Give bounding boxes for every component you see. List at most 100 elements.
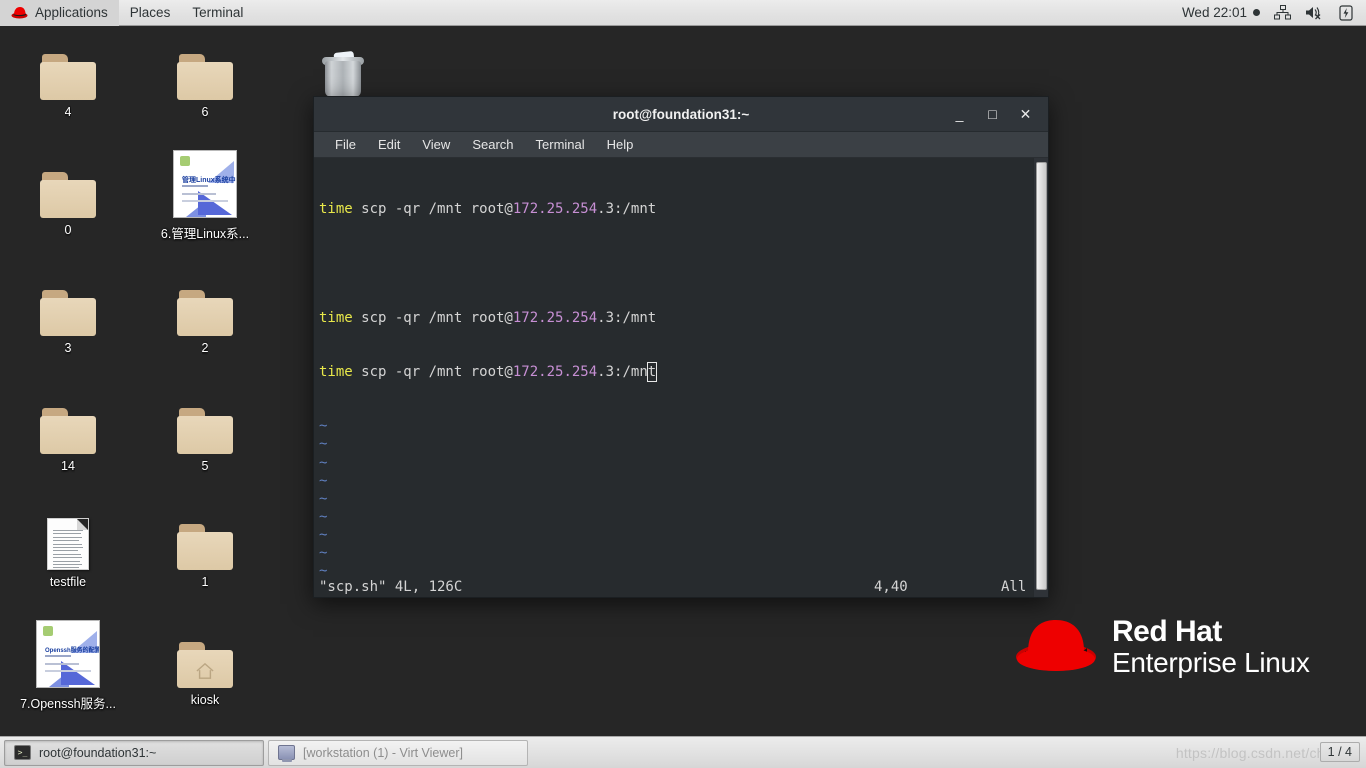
terminal-body[interactable]: time scp -qr /mnt root@172.25.254.3:/mnt…: [314, 158, 1048, 597]
desktop-icon-folder-1[interactable]: 1: [149, 512, 261, 589]
folder-icon: [173, 512, 237, 570]
desktop-icon-presentation-7[interactable]: Openssh服务的配置及安全优化 7.Openssh服务...: [12, 618, 124, 712]
panel-menu-applications[interactable]: Applications: [0, 0, 119, 26]
desktop-icon-folder-5[interactable]: 5: [149, 396, 261, 473]
vim-empty-lines: ~~~~~~~~~~~~~~~~~~~: [319, 417, 1033, 597]
terminal-line-active: time scp -qr /mnt root@172.25.254.3:/mnt: [319, 362, 1033, 383]
terminal-scrollbar-thumb[interactable]: [1036, 162, 1047, 590]
folder-icon: [173, 396, 237, 454]
folder-icon: [36, 42, 100, 100]
desktop-icon-folder-0[interactable]: 0: [12, 160, 124, 237]
vim-text: .3:/mn: [597, 364, 648, 381]
desktop-icon-label: 3: [64, 341, 72, 355]
panel-status-area: Wed 22:01: [1182, 0, 1366, 26]
presentation-icon: 管理Linux系统中的进程: [173, 148, 237, 218]
menu-item-search[interactable]: Search: [463, 134, 522, 156]
menu-item-help[interactable]: Help: [598, 134, 643, 156]
desktop-icon-trash[interactable]: [287, 40, 399, 98]
folder-icon: [173, 278, 237, 336]
terminal-window[interactable]: root@foundation31:~ _ □ ✕ File Edit View…: [313, 96, 1049, 598]
folder-home-icon: [173, 630, 237, 688]
window-titlebar[interactable]: root@foundation31:~ _ □ ✕: [314, 97, 1048, 132]
battery-icon[interactable]: [1336, 4, 1356, 22]
menu-item-view[interactable]: View: [413, 134, 459, 156]
desktop-icon-label: 6: [201, 105, 209, 119]
maximize-icon[interactable]: □: [984, 106, 1001, 123]
desktop-icon-label: 1: [201, 575, 209, 589]
desktop-icon-folder-6[interactable]: 6: [149, 42, 261, 119]
virt-viewer-icon: [278, 745, 295, 762]
document-icon: [36, 512, 100, 570]
desktop-icon-label: 14: [61, 459, 75, 473]
taskbar-item-virt-viewer[interactable]: [workstation (1) - Virt Viewer]: [268, 739, 528, 766]
vim-empty-line: ~: [319, 490, 328, 507]
desktop-icon-folder-kiosk[interactable]: kiosk: [149, 630, 261, 707]
folder-icon: [36, 278, 100, 336]
trash-icon: [311, 40, 375, 98]
panel-menu-terminal[interactable]: Terminal: [181, 0, 254, 26]
terminal-line: time scp -qr /mnt root@172.25.254.3:/mnt: [319, 309, 1033, 327]
vim-text: .3:/mnt: [597, 309, 657, 326]
vim-number: 172.25.254: [512, 364, 598, 381]
vim-status-file: "scp.sh" 4L, 126C: [319, 579, 463, 595]
menu-item-edit[interactable]: Edit: [369, 134, 409, 156]
redhat-hat-icon: [1014, 615, 1098, 678]
panel-menu-terminal-label: Terminal: [192, 4, 244, 20]
desktop-icon-label: testfile: [49, 575, 87, 589]
presentation-thumb-title: 管理Linux系统中的进程: [182, 177, 236, 184]
menu-item-terminal[interactable]: Terminal: [527, 134, 594, 156]
notification-dot-icon: [1253, 9, 1260, 16]
folder-icon: [36, 160, 100, 218]
redhat-logo-icon: [11, 6, 28, 19]
presentation-thumb-title: Openssh服务的配置及安全优化: [45, 648, 100, 654]
terminal-output[interactable]: time scp -qr /mnt root@172.25.254.3:/mnt…: [314, 158, 1033, 597]
desktop-icon-label: 2: [201, 341, 209, 355]
terminal-line: time scp -qr /mnt root@172.25.254.3:/mnt: [319, 200, 1033, 218]
panel-menu-places[interactable]: Places: [119, 0, 182, 26]
desktop-icon-presentation-6[interactable]: 管理Linux系统中的进程 6.管理Linux系...: [149, 148, 261, 242]
vim-empty-line: ~: [319, 526, 328, 543]
vim-keyword: time: [319, 201, 353, 218]
redhat-enterprise-linux-logo: Red Hat Enterprise Linux: [1014, 615, 1310, 678]
text-cursor: t: [646, 362, 658, 383]
taskbar-item-label: [workstation (1) - Virt Viewer]: [303, 745, 464, 760]
redhat-wordmark: Red Hat Enterprise Linux: [1112, 616, 1310, 677]
taskbar-item-terminal[interactable]: >_ root@foundation31:~: [4, 739, 264, 766]
folder-icon: [36, 396, 100, 454]
top-panel: Applications Places Terminal Wed 22:01: [0, 0, 1366, 26]
desktop-icon-label: kiosk: [190, 693, 220, 707]
clock[interactable]: Wed 22:01: [1182, 5, 1260, 20]
vim-text: scp -qr /mnt root@: [352, 201, 513, 218]
presentation-icon: Openssh服务的配置及安全优化: [36, 618, 100, 688]
vim-number: 172.25.254: [512, 201, 598, 218]
close-icon[interactable]: ✕: [1017, 106, 1034, 123]
folder-icon: [173, 42, 237, 100]
desktop-icon-folder-4[interactable]: 4: [12, 42, 124, 119]
vim-status-line: "scp.sh" 4L, 126C 4,40 All: [314, 577, 1033, 597]
desktop-icon-testfile[interactable]: testfile: [12, 512, 124, 589]
desktop-icon-label: 5: [201, 459, 209, 473]
clock-label: Wed 22:01: [1181, 5, 1247, 20]
vim-keyword: time: [319, 309, 353, 326]
taskbar: >_ root@foundation31:~ [workstation (1) …: [0, 736, 1366, 768]
terminal-icon: >_: [14, 745, 31, 760]
vim-empty-line: ~: [319, 436, 328, 453]
terminal-scrollbar[interactable]: [1033, 158, 1048, 597]
desktop: Applications Places Terminal Wed 22:01 4…: [0, 0, 1366, 768]
minimize-icon[interactable]: _: [951, 106, 968, 123]
window-controls: _ □ ✕: [951, 106, 1048, 123]
desktop-icon-folder-2[interactable]: 2: [149, 278, 261, 355]
workspace-indicator[interactable]: 1 / 4: [1319, 742, 1360, 762]
menu-item-file[interactable]: File: [326, 134, 365, 156]
desktop-icon-folder-14[interactable]: 14: [12, 396, 124, 473]
vim-keyword: time: [319, 364, 353, 381]
brand-line-2: Enterprise Linux: [1112, 646, 1310, 678]
vim-status-scroll: All: [1001, 579, 1027, 595]
desktop-icon-folder-3[interactable]: 3: [12, 278, 124, 355]
terminal-menubar: File Edit View Search Terminal Help: [314, 132, 1048, 158]
window-title: root@foundation31:~: [612, 106, 750, 122]
network-icon[interactable]: [1272, 4, 1292, 22]
panel-menu-places-label: Places: [129, 4, 171, 20]
volume-muted-icon[interactable]: [1304, 4, 1324, 22]
desktop-icon-label: 6.管理Linux系...: [160, 227, 250, 241]
